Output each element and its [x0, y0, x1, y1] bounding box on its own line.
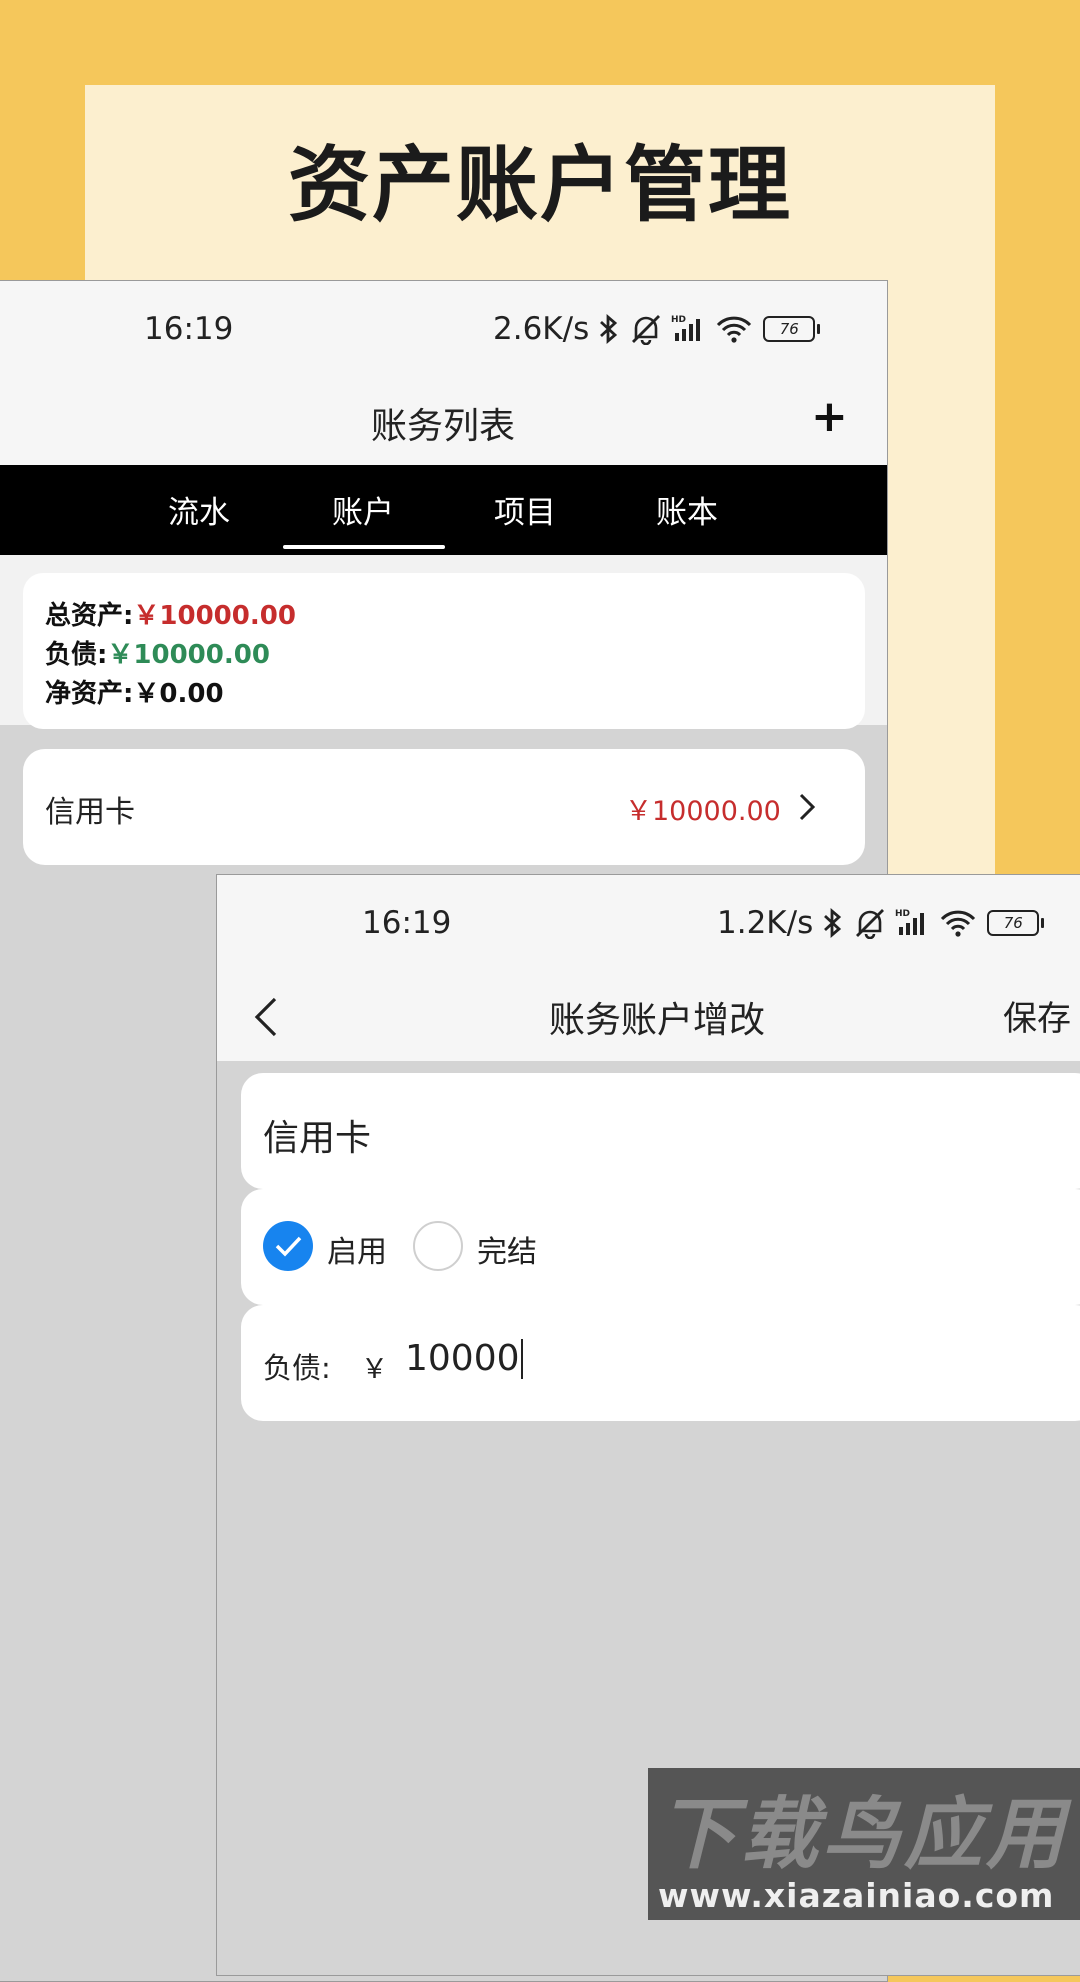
title-bar: 账务列表 + — [0, 377, 887, 465]
account-name-field[interactable]: 信用卡 — [241, 1073, 1080, 1189]
radio-enabled[interactable] — [263, 1221, 313, 1271]
bluetooth-icon — [824, 907, 842, 939]
debt-amount-input[interactable]: 10000 — [405, 1339, 523, 1379]
status-icons: 2.6K/s HD 76 — [493, 311, 821, 347]
tab-flow[interactable]: 流水 — [119, 487, 279, 532]
radio-enabled-label: 启用 — [327, 1235, 387, 1270]
network-speed: 2.6K/s — [493, 311, 590, 347]
status-options-card: 启用 完结 — [241, 1189, 1080, 1305]
asset-summary-card: 总资产:￥10000.00 负债:￥10000.00 净资产:￥0.00 — [23, 573, 865, 729]
account-list-item[interactable]: 信用卡 ￥10000.00 — [23, 749, 865, 865]
check-icon — [275, 1236, 302, 1257]
status-icons: 1.2K/s HD 76 — [717, 905, 1045, 941]
watermark: 下载鸟应用 www.xiazainiao.com — [648, 1768, 1080, 1920]
page-headline: 资产账户管理 — [287, 138, 792, 233]
tab-projects[interactable]: 项目 — [445, 487, 605, 532]
total-assets-label: 总资产: — [45, 601, 134, 631]
screen-title: 账务列表 — [370, 406, 515, 447]
screen-title: 账务账户增改 — [548, 1000, 765, 1041]
wifi-icon — [941, 910, 976, 937]
mute-icon — [856, 909, 885, 939]
chevron-right-icon — [799, 793, 816, 821]
title-bar: 账务账户增改 保存 — [217, 971, 1080, 1061]
network-speed: 1.2K/s — [717, 905, 814, 941]
account-amount: ￥10000.00 — [625, 796, 781, 827]
signal-icon: HD — [895, 909, 925, 935]
mute-icon — [632, 315, 661, 345]
status-time: 16:19 — [362, 905, 452, 941]
battery-level: 76 — [1003, 914, 1023, 932]
total-assets-value: ￥10000.00 — [133, 601, 296, 631]
net-assets-value: ￥0.00 — [133, 679, 224, 709]
bluetooth-icon — [600, 313, 618, 345]
wifi-icon — [717, 316, 752, 343]
liabilities-value: ￥10000.00 — [107, 640, 270, 670]
radio-finished[interactable] — [413, 1221, 463, 1271]
signal-icon: HD — [671, 315, 701, 341]
battery-icon: 76 — [763, 316, 821, 342]
net-assets-row: 净资产:￥0.00 — [45, 673, 224, 710]
account-name: 信用卡 — [45, 795, 135, 830]
debt-field: 负债: ￥ 10000 — [241, 1305, 1080, 1421]
total-assets-row: 总资产:￥10000.00 — [45, 595, 296, 632]
liabilities-label: 负债: — [45, 640, 108, 670]
net-assets-label: 净资产: — [45, 679, 134, 709]
active-tab-indicator — [283, 545, 445, 549]
watermark-url: www.xiazainiao.com — [658, 1876, 1055, 1915]
battery-icon: 76 — [987, 910, 1045, 936]
add-account-button[interactable]: + — [811, 393, 848, 441]
status-bar: 16:19 2.6K/s HD 76 — [0, 281, 887, 377]
save-button[interactable]: 保存 — [1003, 991, 1071, 1040]
svg-text:HD: HD — [895, 909, 910, 919]
radio-finished-label: 完结 — [477, 1235, 537, 1270]
tab-ledgers[interactable]: 账本 — [607, 487, 767, 532]
svg-text:HD: HD — [671, 315, 686, 325]
battery-level: 76 — [779, 320, 799, 338]
account-name-value: 信用卡 — [263, 1118, 372, 1159]
watermark-logo: 下载鸟应用 — [658, 1790, 1069, 1880]
tab-accounts[interactable]: 账户 — [283, 487, 443, 532]
currency-symbol: ￥ — [361, 1354, 388, 1385]
status-time: 16:19 — [144, 311, 234, 347]
liabilities-row: 负债:￥10000.00 — [45, 634, 270, 671]
debt-label: 负债: — [263, 1351, 331, 1385]
tab-bar: 流水 账户 项目 账本 — [0, 465, 887, 555]
status-bar: 16:19 1.2K/s HD 76 — [217, 875, 1080, 971]
